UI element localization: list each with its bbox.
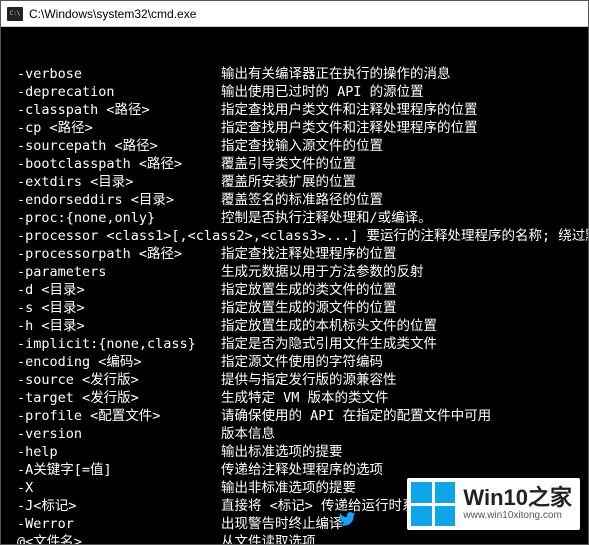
option-flag: -processor <class1>[,<class2>,<class3>..…	[5, 227, 588, 245]
watermark-brand: Win10之家	[463, 487, 572, 509]
option-description: 指定放置生成的源文件的位置	[221, 299, 584, 317]
option-description: 生成元数据以用于方法参数的反射	[221, 263, 584, 281]
option-description: 输出标准选项的提要	[221, 443, 584, 461]
option-flag: -bootclasspath <路径>	[5, 155, 221, 173]
option-description: 覆盖引导类文件的位置	[221, 155, 584, 173]
option-flag: -extdirs <目录>	[5, 173, 221, 191]
option-row: -proc:{none,only}控制是否执行注释处理和/或编译。	[5, 209, 584, 227]
option-description: 指定放置生成的类文件的位置	[221, 281, 584, 299]
watermark-url: www.win10xitong.com	[463, 511, 572, 521]
option-flag: -A关键字[=值]	[5, 461, 221, 479]
option-flag: -classpath <路径>	[5, 101, 221, 119]
option-flag: -help	[5, 443, 221, 461]
option-row: -encoding <编码>指定源文件使用的字符编码	[5, 353, 584, 371]
option-flag: -profile <配置文件>	[5, 407, 221, 425]
option-description: 指定查找用户类文件和注释处理程序的位置	[221, 101, 584, 119]
cmd-icon	[7, 7, 23, 21]
titlebar[interactable]: C:\Windows\system32\cmd.exe	[1, 1, 588, 27]
option-description: 覆盖所安装扩展的位置	[221, 173, 584, 191]
option-description: 控制是否执行注释处理和/或编译。	[221, 209, 584, 227]
option-row: -cp <路径>指定查找用户类文件和注释处理程序的位置	[5, 119, 584, 137]
option-description: 请确保使用的 API 在指定的配置文件中可用	[221, 407, 584, 425]
watermark: Win10之家 www.win10xitong.com	[407, 478, 580, 530]
option-description: 指定查找注释处理程序的位置	[221, 245, 584, 263]
twitter-icon	[336, 510, 358, 528]
option-row: -s <目录>指定放置生成的源文件的位置	[5, 299, 584, 317]
option-flag: -encoding <编码>	[5, 353, 221, 371]
option-row: -d <目录>指定放置生成的类文件的位置	[5, 281, 584, 299]
option-flag: @<文件名>	[5, 533, 221, 544]
option-row: -parameters生成元数据以用于方法参数的反射	[5, 263, 584, 281]
option-flag: -endorseddirs <目录>	[5, 191, 221, 209]
option-flag: -sourcepath <路径>	[5, 137, 221, 155]
option-flag: -target <发行版>	[5, 389, 221, 407]
option-description: 指定查找输入源文件的位置	[221, 137, 584, 155]
option-flag: -Werror	[5, 515, 221, 533]
option-row: -extdirs <目录>覆盖所安装扩展的位置	[5, 173, 584, 191]
option-row: -processorpath <路径>指定查找注释处理程序的位置	[5, 245, 584, 263]
option-row: -h <目录>指定放置生成的本机标头文件的位置	[5, 317, 584, 335]
option-row: -endorseddirs <目录>覆盖签名的标准路径的位置	[5, 191, 584, 209]
option-row: -implicit:{none,class}指定是否为隐式引用文件生成类文件	[5, 335, 584, 353]
option-row: -source <发行版>提供与指定发行版的源兼容性	[5, 371, 584, 389]
option-description: 指定查找用户类文件和注释处理程序的位置	[221, 119, 584, 137]
option-description: 输出有关编译器正在执行的操作的消息	[221, 65, 584, 83]
option-flag: -processorpath <路径>	[5, 245, 221, 263]
option-flag: -h <目录>	[5, 317, 221, 335]
option-row: -profile <配置文件>请确保使用的 API 在指定的配置文件中可用	[5, 407, 584, 425]
option-description: 生成特定 VM 版本的类文件	[221, 389, 584, 407]
option-description: 提供与指定发行版的源兼容性	[221, 371, 584, 389]
option-description: 版本信息	[221, 425, 584, 443]
option-description: 传递给注释处理程序的选项	[221, 461, 584, 479]
option-row: -version版本信息	[5, 425, 584, 443]
option-flag: -cp <路径>	[5, 119, 221, 137]
option-flag: -verbose	[5, 65, 221, 83]
option-row: -deprecation输出使用已过时的 API 的源位置	[5, 83, 584, 101]
option-flag: -proc:{none,only}	[5, 209, 221, 227]
option-flag: -deprecation	[5, 83, 221, 101]
option-row: -verbose输出有关编译器正在执行的操作的消息	[5, 65, 584, 83]
option-row: -A关键字[=值]传递给注释处理程序的选项	[5, 461, 584, 479]
option-row: -help输出标准选项的提要	[5, 443, 584, 461]
terminal-output[interactable]: -verbose输出有关编译器正在执行的操作的消息-deprecation输出使…	[1, 27, 588, 544]
option-description: 指定源文件使用的字符编码	[221, 353, 584, 371]
option-description: 指定放置生成的本机标头文件的位置	[221, 317, 584, 335]
option-description: 从文件读取选项	[221, 533, 584, 544]
option-flag: -parameters	[5, 263, 221, 281]
option-row: -processor <class1>[,<class2>,<class3>..…	[5, 227, 584, 245]
windows-logo-icon	[411, 482, 455, 526]
option-row: @<文件名>从文件读取选项	[5, 533, 584, 544]
option-flag: -source <发行版>	[5, 371, 221, 389]
option-row: -sourcepath <路径>指定查找输入源文件的位置	[5, 137, 584, 155]
cmd-window: C:\Windows\system32\cmd.exe -verbose输出有关…	[0, 0, 589, 545]
option-row: -target <发行版>生成特定 VM 版本的类文件	[5, 389, 584, 407]
option-description: 覆盖签名的标准路径的位置	[221, 191, 584, 209]
option-flag: -implicit:{none,class}	[5, 335, 221, 353]
option-flag: -version	[5, 425, 221, 443]
option-flag: -J<标记>	[5, 497, 221, 515]
option-description: 输出使用已过时的 API 的源位置	[221, 83, 584, 101]
option-flag: -s <目录>	[5, 299, 221, 317]
option-flag: -d <目录>	[5, 281, 221, 299]
option-flag: -X	[5, 479, 221, 497]
option-row: -bootclasspath <路径>覆盖引导类文件的位置	[5, 155, 584, 173]
option-row: -classpath <路径>指定查找用户类文件和注释处理程序的位置	[5, 101, 584, 119]
window-title: C:\Windows\system32\cmd.exe	[29, 7, 196, 21]
option-description: 指定是否为隐式引用文件生成类文件	[221, 335, 584, 353]
